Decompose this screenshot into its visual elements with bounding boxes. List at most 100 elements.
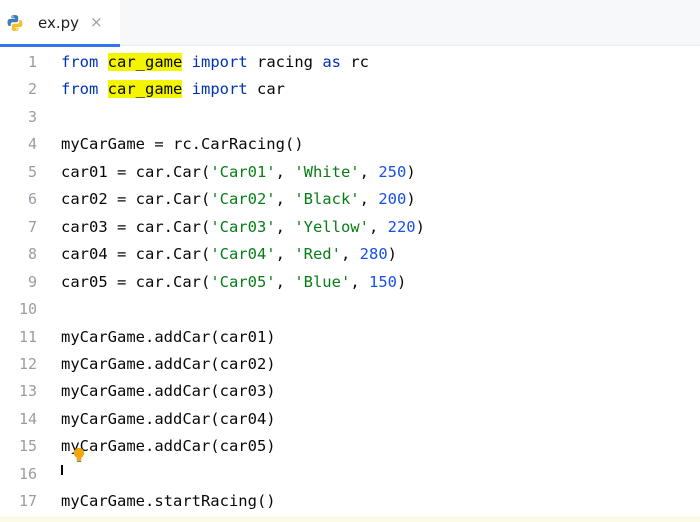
code-token: myCarGame.addCar(car02) <box>61 354 276 373</box>
current-line-highlight <box>0 516 700 522</box>
code-text: myCarGame.addCar(car04) <box>61 406 276 433</box>
code-token: , <box>359 190 379 209</box>
line-number: 7 <box>27 217 37 236</box>
code-line[interactable]: 4 myCarGame = rc.CarRacing() <box>0 131 700 158</box>
code-token: car02 = car.Car( <box>61 190 211 209</box>
code-token: myCarGame.addCar(car04) <box>61 409 276 428</box>
code-line[interactable]: 1 from car_game import racing as rc <box>0 49 700 76</box>
code-line[interactable]: 3 <box>0 104 700 131</box>
line-number: 10 <box>18 300 37 319</box>
code-token: car01 = car.Car( <box>61 162 211 181</box>
code-text: from car_game import racing as rc <box>61 49 369 76</box>
editor-tab-bar: ex.py × <box>0 0 700 47</box>
code-line[interactable]: 10 <box>0 296 700 323</box>
line-number: 14 <box>18 409 37 428</box>
code-token: ) <box>406 190 416 209</box>
code-text: myCarGame.addCar(car01) <box>61 324 276 351</box>
string-token: 'Car01' <box>210 162 276 181</box>
string-token: 'Yellow' <box>294 217 369 236</box>
code-editor[interactable]: 1 from car_game import racing as rc 2 from … <box>0 47 700 522</box>
lightbulb-icon[interactable] <box>72 447 86 463</box>
code-token: myCarGame = rc.CarRacing() <box>61 135 304 154</box>
code-token: car <box>247 80 285 99</box>
code-token: car05 = car.Car( <box>61 272 211 291</box>
line-number: 3 <box>27 107 37 126</box>
code-line[interactable]: 6 car02 = car.Car('Car02', 'Black', 200) <box>0 186 700 213</box>
code-text: myCarGame.addCar(car05) <box>61 433 276 460</box>
code-token: myCarGame.addCar(car01) <box>61 327 276 346</box>
code-token: , <box>275 217 295 236</box>
code-line[interactable]: 2 from car_game import car <box>0 76 700 103</box>
string-token: 'Car03' <box>210 217 276 236</box>
code-line[interactable]: 8 car04 = car.Car('Car04', 'Red', 280) <box>0 241 700 268</box>
line-number: 8 <box>27 245 37 264</box>
string-token: 'Car05' <box>210 272 276 291</box>
string-token: 'Black' <box>294 190 360 209</box>
code-token: , <box>368 217 388 236</box>
code-line[interactable]: 15 myCarGame.addCar(car05) <box>0 433 700 460</box>
code-token: , <box>350 272 369 291</box>
highlighted-token: car_game <box>107 80 183 99</box>
line-number: 5 <box>27 162 37 181</box>
code-token: , <box>275 272 295 291</box>
line-number: 17 <box>18 492 37 511</box>
code-line[interactable]: 7 car03 = car.Car('Car03', 'Yellow', 220) <box>0 214 700 241</box>
string-token: 'Car02' <box>210 190 276 209</box>
line-number: 9 <box>27 272 37 291</box>
code-line[interactable]: 14 myCarGame.addCar(car04) <box>0 406 700 433</box>
code-token: ) <box>406 162 416 181</box>
code-token: ) <box>387 245 397 264</box>
line-number: 4 <box>27 135 37 154</box>
code-text: car01 = car.Car('Car01', 'White', 250) <box>61 159 416 186</box>
code-token: ) <box>396 272 407 291</box>
code-token: ) <box>415 217 425 236</box>
code-line[interactable]: 11 myCarGame.addCar(car01) <box>0 324 700 351</box>
line-number: 11 <box>18 327 37 346</box>
line-number: 2 <box>27 80 37 99</box>
code-line[interactable]: 9 car05 = car.Car('Car05', 'Blue', 150) <box>0 269 700 296</box>
number-token: 150 <box>368 272 397 291</box>
tab-ex-py[interactable]: ex.py × <box>0 0 120 47</box>
code-token: rc <box>341 53 369 71</box>
line-number: 1 <box>27 53 37 71</box>
keyword-token: import <box>191 53 248 71</box>
code-line[interactable]: 17 myCarGame.startRacing() <box>0 488 700 515</box>
code-line[interactable]: 5 car01 = car.Car('Car01', 'White', 250) <box>0 159 700 186</box>
code-token: , <box>359 162 379 181</box>
code-text: car03 = car.Car('Car03', 'Yellow', 220) <box>61 214 425 241</box>
keyword-token: from <box>61 53 99 71</box>
line-number: 16 <box>18 464 37 483</box>
code-token: racing <box>247 53 323 71</box>
string-token: 'Blue' <box>294 272 351 291</box>
code-token: myCarGame.addCar(car05) <box>61 437 276 456</box>
keyword-token: import <box>191 80 248 99</box>
line-number: 12 <box>18 354 37 373</box>
code-line[interactable]: 12 myCarGame.addCar(car02) <box>0 351 700 378</box>
string-token: 'Red' <box>294 245 341 264</box>
code-line[interactable]: 13 myCarGame.addCar(car03) <box>0 378 700 405</box>
number-token: 200 <box>378 190 407 209</box>
string-token: 'White' <box>294 162 360 181</box>
code-token: myCarGame.startRacing() <box>61 492 276 511</box>
code-token: , <box>275 162 295 181</box>
python-icon <box>7 15 23 31</box>
code-text: myCarGame.startRacing() <box>61 488 276 515</box>
code-text: from car_game import car <box>61 76 285 103</box>
code-text: car05 = car.Car('Car05', 'Blue', 150) <box>61 269 406 296</box>
code-token: , <box>340 245 360 264</box>
string-token: 'Car04' <box>210 245 276 264</box>
code-token: car04 = car.Car( <box>61 245 211 264</box>
code-token: myCarGame.addCar(car03) <box>61 382 276 401</box>
code-line[interactable]: 16 <box>0 461 700 488</box>
close-icon[interactable]: × <box>90 13 104 31</box>
number-token: 280 <box>359 245 388 264</box>
text-caret <box>61 465 63 475</box>
line-number: 15 <box>18 437 37 456</box>
code-text: myCarGame = rc.CarRacing() <box>61 131 304 158</box>
keyword-token: from <box>61 80 99 99</box>
number-token: 250 <box>378 162 407 181</box>
